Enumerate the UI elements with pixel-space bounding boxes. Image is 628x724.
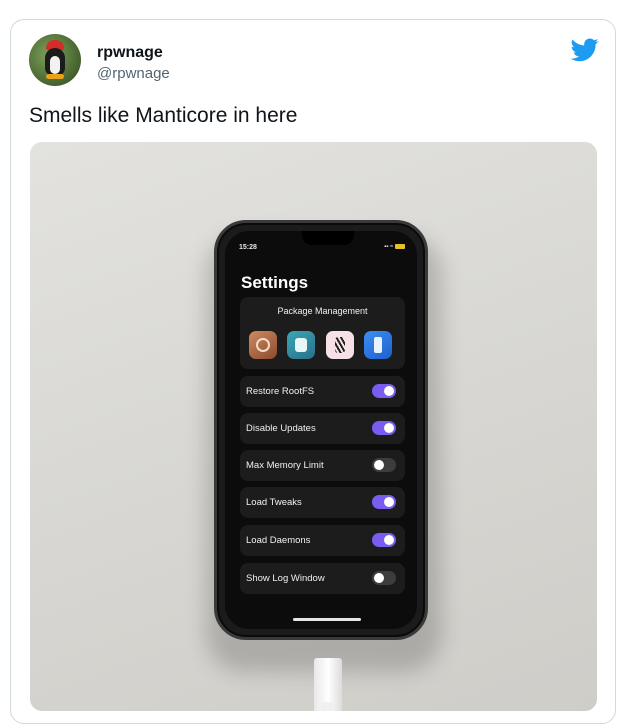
setting-row-max-memory-limit[interactable]: Max Memory Limit [240,450,405,481]
charging-cable-wire [321,702,335,711]
restore-rootfs-toggle[interactable] [372,384,396,398]
wifi-icon: ≈ [390,244,394,251]
phone-notch [302,231,354,245]
tweet-photo[interactable]: 15:28 ▪▪ ≈ Settings Package Management R… [30,142,597,711]
settings-title: Settings [241,273,309,292]
setting-row-load-daemons[interactable]: Load Daemons [240,525,405,556]
setting-label: Disable Updates [246,423,316,434]
battery-icon [395,244,405,249]
tweet-text: Smells like Manticore in here [29,104,298,127]
signal-icon: ▪▪ [384,244,389,251]
toggle-knob [374,460,384,470]
user-handle[interactable]: @rpwnage [97,65,170,82]
status-time: 15:28 [239,244,257,251]
tweet-card[interactable]: rpwnage @rpwnage Smells like Manticore i… [10,19,616,724]
toggle-knob [384,386,394,396]
setting-label: Restore RootFS [246,386,315,397]
setting-row-load-tweaks[interactable]: Load Tweaks [240,487,405,518]
toggle-knob [374,573,384,583]
sileo-icon[interactable] [287,331,315,359]
load-tweaks-toggle[interactable] [372,495,396,509]
installer-icon[interactable] [364,331,392,359]
setting-row-restore-rootfs[interactable]: Restore RootFS [240,376,405,407]
package-management-card: Package Management [240,297,405,369]
iphone: 15:28 ▪▪ ≈ Settings Package Management R… [214,220,428,640]
avatar[interactable] [29,34,81,86]
cydia-icon[interactable] [249,331,277,359]
setting-row-show-log-window[interactable]: Show Log Window [240,563,405,594]
toggle-knob [384,535,394,545]
setting-label: Load Tweaks [246,497,302,508]
status-icons: ▪▪ ≈ [384,244,405,250]
setting-row-disable-updates[interactable]: Disable Updates [240,413,405,444]
zebra-icon[interactable] [326,331,354,359]
load-daemons-toggle[interactable] [372,533,396,547]
toggle-knob [384,423,394,433]
disable-updates-toggle[interactable] [372,421,396,435]
max-memory-limit-toggle[interactable] [372,458,396,472]
package-management-label: Package Management [277,306,368,316]
avatar-penguin-belly [50,56,60,74]
phone-screen: 15:28 ▪▪ ≈ Settings Package Management R… [225,231,417,629]
home-indicator[interactable] [293,618,361,621]
setting-label: Load Daemons [246,535,311,546]
avatar-penguin-feet [46,74,64,79]
display-name[interactable]: rpwnage [97,44,163,62]
show-log-window-toggle[interactable] [372,571,396,585]
toggle-knob [384,497,394,507]
setting-label: Max Memory Limit [246,460,324,471]
twitter-bird-icon[interactable] [571,38,599,62]
setting-label: Show Log Window [246,573,325,584]
